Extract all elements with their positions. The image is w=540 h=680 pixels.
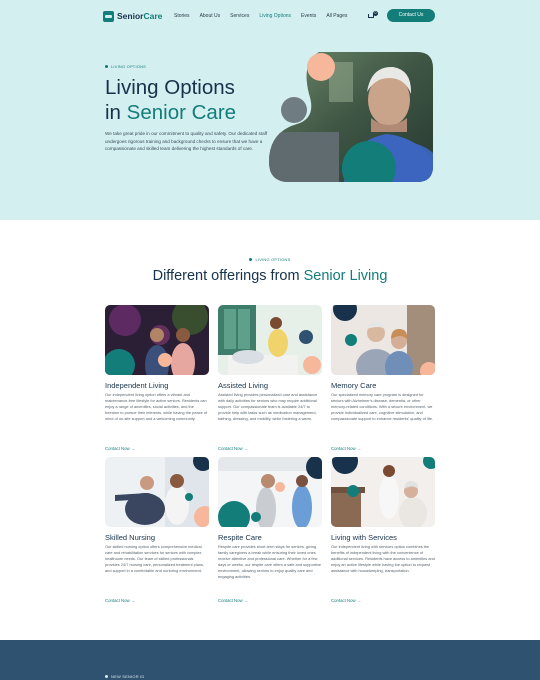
- card-title: Living with Services: [331, 533, 397, 542]
- card-description: Our independent living with services opt…: [331, 544, 435, 573]
- contact-now-link[interactable]: Contact Now →: [218, 446, 322, 452]
- card-image: [331, 305, 435, 375]
- brand-logo[interactable]: SeniorCare: [103, 9, 162, 23]
- nav-item-services[interactable]: Services: [230, 13, 249, 19]
- contact-us-button[interactable]: Contact Us: [387, 9, 435, 22]
- card-title: Independent Living: [105, 381, 169, 390]
- arrow-right-icon: →: [130, 598, 136, 603]
- contact-now-link[interactable]: Contact Now →: [105, 446, 209, 452]
- footer-eyebrow: NEW SENIOR ID: [105, 674, 145, 679]
- card-image: [331, 457, 435, 527]
- card-description: Our skilled nursing option offers compre…: [105, 544, 205, 573]
- eyebrow-dot-icon: [105, 65, 108, 68]
- nav-item-events[interactable]: Events: [301, 13, 316, 19]
- offering-card-independent-living: Independent Living Our independent livin…: [105, 305, 209, 452]
- offering-card-memory-care: Memory Care Our specialized memory care …: [331, 305, 435, 452]
- nav-item-about-us[interactable]: About Us: [200, 13, 221, 19]
- offering-card-assisted-living: Assisted Living Assisted living provides…: [218, 305, 322, 452]
- offering-card-respite-care: Respite Care Respite care provides short…: [218, 457, 322, 604]
- footer-section: NEW SENIOR ID: [0, 640, 540, 680]
- arrow-right-icon: →: [130, 446, 136, 451]
- card-description: Our specialized memory care program is d…: [331, 392, 433, 421]
- eyebrow-dot-icon: [105, 675, 108, 678]
- card-title: Skilled Nursing: [105, 533, 156, 542]
- card-description: Our independent living option offers a v…: [105, 392, 208, 421]
- hero-photo-collage: [269, 52, 433, 195]
- offering-card-living-with-services: Living with Services Our independent liv…: [331, 457, 435, 604]
- page-title: Living Options in Senior Care: [105, 76, 237, 124]
- card-description: Respite care provides short-term stays f…: [218, 544, 322, 579]
- arrow-right-icon: →: [243, 446, 249, 451]
- card-title: Assisted Living: [218, 381, 269, 390]
- hero-eyebrow: LIVING OPTIONS: [105, 64, 146, 69]
- hero-section: SeniorCare Stories About Us Services Liv…: [0, 0, 540, 220]
- offerings-title: Different offerings from Senior Living: [152, 268, 388, 284]
- contact-now-link[interactable]: Contact Now →: [218, 598, 322, 604]
- arrow-right-icon: →: [243, 598, 249, 603]
- card-title: Respite Care: [218, 533, 262, 542]
- hero-description: We take great pride in our commitment to…: [105, 131, 268, 151]
- nav-item-stories[interactable]: Stories: [174, 13, 190, 19]
- offerings-eyebrow: LIVING OPTIONS: [0, 257, 540, 262]
- contact-now-link[interactable]: Contact Now →: [331, 598, 435, 604]
- cart-count-badge: 0: [373, 11, 378, 16]
- contact-now-link[interactable]: Contact Now →: [105, 598, 209, 604]
- nav-item-living-options[interactable]: Living Options: [259, 13, 291, 19]
- card-image: [105, 305, 209, 375]
- offering-card-skilled-nursing: Skilled Nursing Our skilled nursing opti…: [105, 457, 209, 604]
- card-title: Memory Care: [331, 381, 377, 390]
- card-image: [105, 457, 209, 527]
- cart-button[interactable]: 0: [368, 11, 378, 20]
- card-description: Assisted living provides personalized ca…: [218, 392, 318, 421]
- nav-item-all-pages[interactable]: All Pages: [326, 13, 347, 19]
- eyebrow-dot-icon: [249, 258, 253, 261]
- arrow-right-icon: →: [356, 446, 362, 451]
- arrow-right-icon: →: [356, 598, 362, 603]
- card-image: [218, 305, 322, 375]
- logo-icon: [103, 10, 114, 22]
- contact-now-link[interactable]: Contact Now →: [331, 446, 435, 452]
- card-image: [218, 457, 322, 527]
- main-menu: Stories About Us Services Living Options…: [174, 9, 347, 23]
- brand-name: SeniorCare: [117, 11, 163, 21]
- top-navigation: SeniorCare Stories About Us Services Liv…: [103, 9, 435, 23]
